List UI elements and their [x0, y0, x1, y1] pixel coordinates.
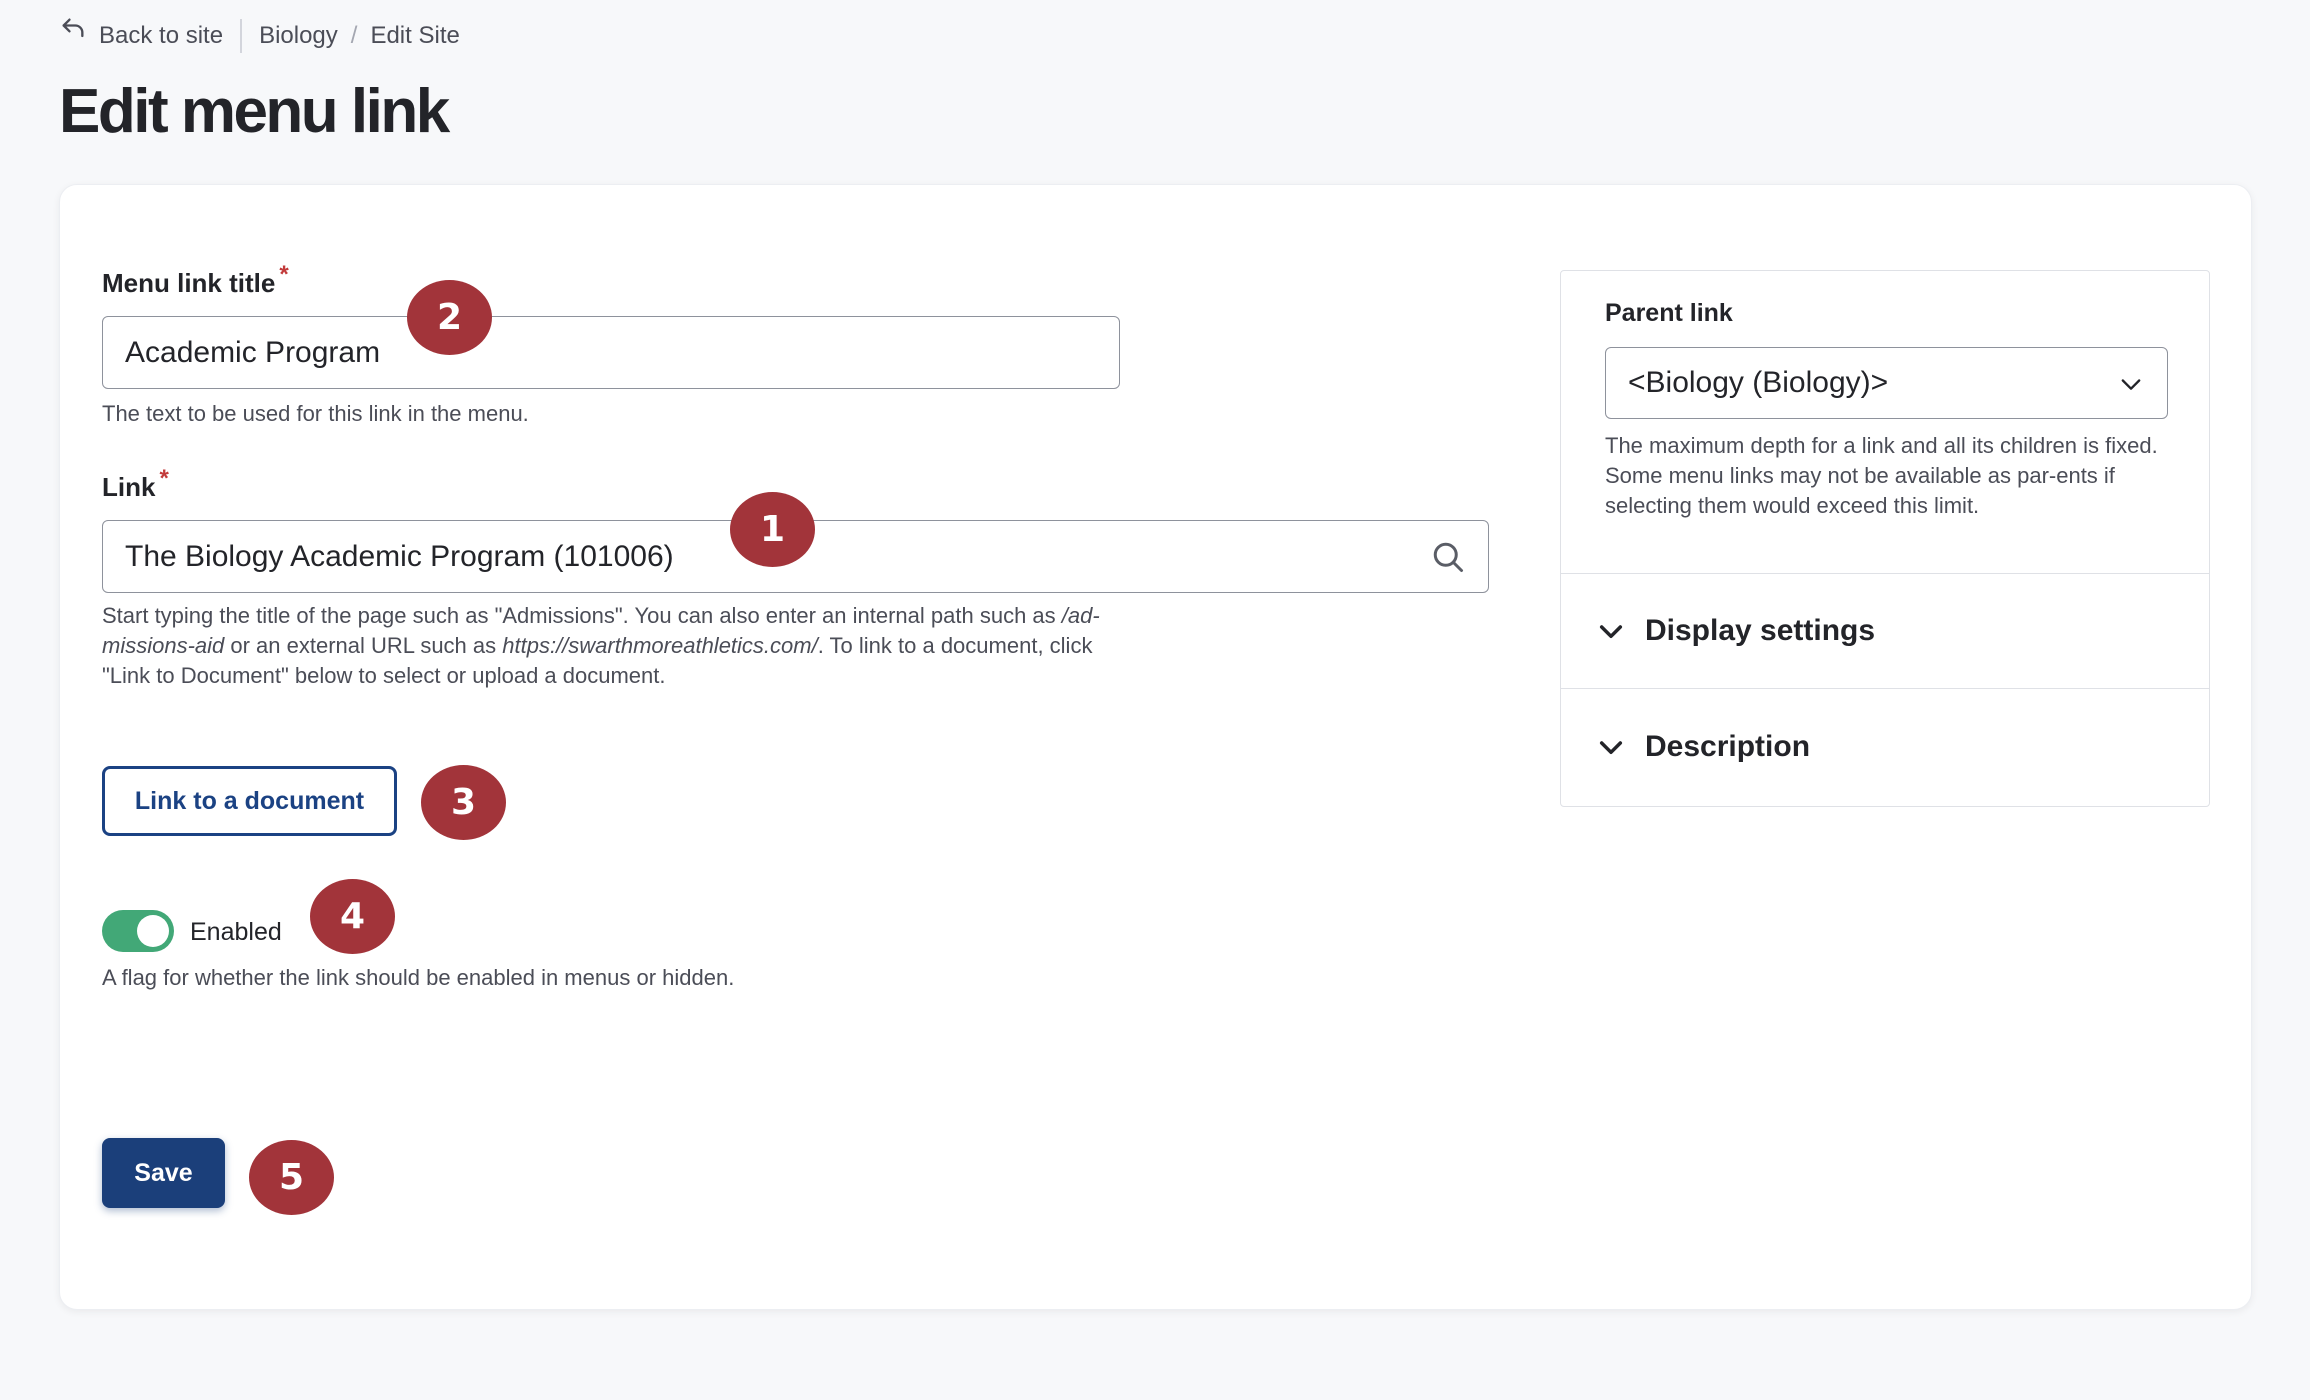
- title-field-label: Menu link title *: [102, 261, 289, 299]
- back-to-site-label: Back to site: [99, 22, 224, 49]
- description-accordion[interactable]: Description: [1561, 689, 2209, 804]
- annotation-marker-4: 4: [310, 879, 395, 954]
- parent-link-selected: <Biology (Biology)>: [1628, 366, 1889, 399]
- display-settings-accordion[interactable]: Display settings: [1561, 574, 2209, 689]
- title-input[interactable]: Academic Program: [102, 316, 1120, 389]
- enabled-toggle-help: A flag for whether the link should be en…: [102, 965, 735, 990]
- title-field-label-text: Menu link title: [102, 268, 276, 298]
- save-button[interactable]: Save: [102, 1138, 225, 1208]
- help-text: . To link to a document, click: [817, 633, 1093, 658]
- required-mark: *: [279, 261, 289, 288]
- link-input-value: The Biology Academic Program (101006): [125, 539, 674, 573]
- help-path-example: missions-aid: [102, 633, 225, 658]
- help-url-example: https://swarthmoreathletics.com/: [502, 633, 818, 658]
- breadcrumb: Back to site Biology / Edit Site: [59, 18, 460, 54]
- link-field-label: Link *: [102, 465, 169, 503]
- title-field-help: The text to be used for this link in the…: [102, 401, 529, 426]
- page-title: Edit menu link: [59, 77, 450, 146]
- parent-link-label: Parent link: [1605, 299, 1733, 327]
- annotation-marker-5: 5: [249, 1140, 334, 1215]
- sidebar-panel: Parent link <Biology (Biology)> The maxi…: [1560, 270, 2210, 807]
- breadcrumb-divider: [240, 19, 243, 53]
- annotation-marker-1: 1: [730, 492, 815, 567]
- link-to-document-button[interactable]: Link to a document: [102, 766, 397, 836]
- accordion-label: Description: [1645, 729, 1811, 763]
- page: Back to site Biology / Edit Site Edit me…: [0, 0, 2310, 1400]
- accordion-label: Display settings: [1645, 614, 1876, 647]
- back-to-site-link[interactable]: Back to site: [59, 18, 224, 50]
- parent-link-select[interactable]: <Biology (Biology)>: [1605, 347, 2168, 419]
- chevron-down-icon: [2121, 379, 2141, 390]
- link-field-help: Start typing the title of the page such …: [102, 601, 1252, 691]
- enabled-toggle[interactable]: [102, 910, 174, 952]
- parent-link-section: Parent link <Biology (Biology)> The maxi…: [1561, 271, 2209, 574]
- help-text: "Link to Document" below to select or up…: [102, 663, 666, 688]
- breadcrumb-section-link[interactable]: Biology: [259, 22, 338, 50]
- help-path-example: /ad-: [1061, 603, 1100, 628]
- breadcrumb-separator: /: [350, 22, 358, 49]
- chevron-down-icon: [1599, 740, 1623, 754]
- chevron-down-icon: [1599, 625, 1623, 639]
- back-arrow-icon: [59, 18, 87, 50]
- help-text: Start typing the title of the page such …: [102, 603, 1062, 628]
- parent-link-help: The maximum depth for a link and all its…: [1605, 433, 2158, 518]
- breadcrumb-current: Edit Site: [370, 22, 460, 49]
- title-input-value: Academic Program: [125, 335, 381, 369]
- annotation-marker-2: 2: [407, 280, 492, 355]
- required-mark: *: [159, 465, 169, 492]
- link-field-label-text: Link: [102, 472, 156, 502]
- enabled-toggle-label: Enabled: [190, 918, 282, 946]
- annotation-marker-3: 3: [421, 765, 506, 840]
- help-text: or an external URL such as: [224, 633, 503, 658]
- search-icon[interactable]: [1430, 539, 1466, 575]
- toggle-knob: [137, 915, 169, 947]
